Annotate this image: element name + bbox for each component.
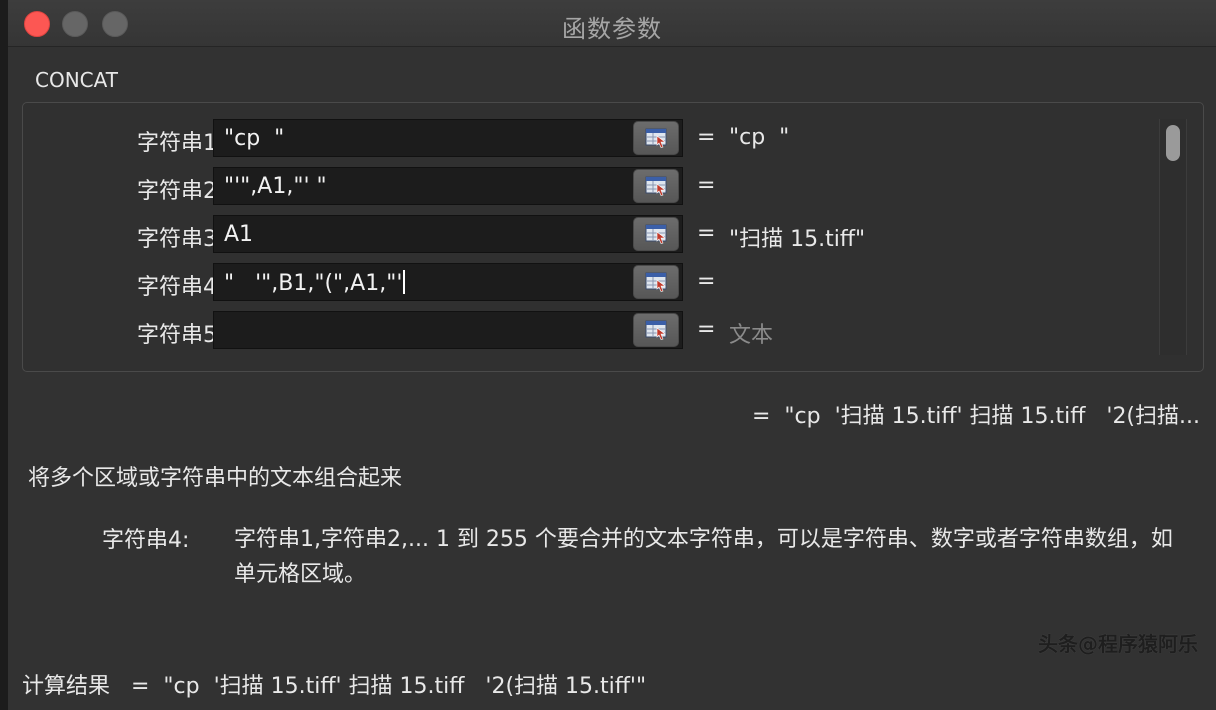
- scrollbar-thumb[interactable]: [1166, 125, 1180, 161]
- argument-result-1: "cp ": [729, 125, 790, 150]
- range-picker-button[interactable]: [633, 313, 679, 347]
- equals-sign: =: [697, 173, 716, 198]
- range-picker-icon: [645, 128, 667, 148]
- range-picker-icon: [645, 176, 667, 196]
- calculation-result-value: = "cp '扫描 15.tiff' 扫描 15.tiff '2(扫描 15.t…: [131, 674, 647, 699]
- range-picker-icon: [645, 272, 667, 292]
- calculation-result: 计算结果 = "cp '扫描 15.tiff' 扫描 15.tiff '2(扫描…: [22, 668, 646, 700]
- equals-sign: =: [697, 269, 716, 294]
- text-cursor: [403, 270, 406, 294]
- argument-row-3: 字符串3 A1 = "扫描 15.tiff": [23, 215, 1163, 253]
- range-picker-button[interactable]: [633, 217, 679, 251]
- range-picker-button[interactable]: [633, 169, 679, 203]
- equals-sign: =: [697, 221, 716, 246]
- argument-label: 字符串1: [137, 131, 217, 156]
- dialog-title: 函数参数: [562, 15, 662, 43]
- function-description: 将多个区域或字符串中的文本组合起来: [28, 466, 403, 491]
- calculation-result-label: 计算结果: [22, 674, 111, 699]
- help-argument-label: 字符串4:: [102, 528, 190, 553]
- argument-input-2[interactable]: "'",A1,"' ": [213, 167, 683, 205]
- argument-result-3: "扫描 15.tiff": [729, 227, 866, 252]
- function-name: CONCAT: [35, 68, 118, 92]
- range-picker-icon: [645, 320, 667, 340]
- argument-label: 字符串3: [137, 227, 217, 252]
- title-bar[interactable]: 函数参数: [8, 0, 1216, 47]
- argument-row-1: 字符串1 "cp " = "cp ": [23, 119, 1163, 157]
- argument-input-1[interactable]: "cp ": [213, 119, 683, 157]
- argument-input-5[interactable]: [213, 311, 683, 349]
- argument-input-3[interactable]: A1: [213, 215, 683, 253]
- argument-label: 字符串5: [137, 323, 217, 348]
- argument-row-4: 字符串4 " '",B1,"(",A1,"' =: [23, 263, 1163, 301]
- formula-result-preview: = "cp '扫描 15.tiff' 扫描 15.tiff '2(扫描...: [751, 404, 1200, 429]
- range-picker-button[interactable]: [633, 265, 679, 299]
- argument-label: 字符串4: [137, 275, 217, 300]
- range-picker-button[interactable]: [633, 121, 679, 155]
- arguments-scrollbar[interactable]: [1159, 119, 1187, 355]
- argument-input-4[interactable]: " '",B1,"(",A1,"': [213, 263, 683, 301]
- range-picker-icon: [645, 224, 667, 244]
- argument-label: 字符串2: [137, 179, 217, 204]
- argument-placeholder-5: 文本: [729, 323, 774, 348]
- help-argument-text: 字符串1,字符串2,... 1 到 255 个要合并的文本字符串，可以是字符串、…: [234, 527, 1173, 587]
- argument-row-5: 字符串5 = 文本: [23, 311, 1163, 349]
- background-spreadsheet-edge: [0, 0, 8, 710]
- argument-input-4-text: " '",B1,"(",A1,"': [224, 271, 403, 296]
- arguments-panel: 字符串1 "cp " = "cp " 字符串2 "'",A1,"' " = 字符…: [22, 102, 1204, 372]
- equals-sign: =: [697, 125, 716, 150]
- equals-sign: =: [697, 317, 716, 342]
- watermark: 头条@程序猿阿乐: [1038, 632, 1198, 656]
- function-arguments-dialog: 函数参数 CONCAT 字符串1 "cp " = "cp " 字符串2 "'",…: [8, 0, 1216, 710]
- argument-row-2: 字符串2 "'",A1,"' " =: [23, 167, 1163, 205]
- calculation-result-spacer: [110, 674, 131, 699]
